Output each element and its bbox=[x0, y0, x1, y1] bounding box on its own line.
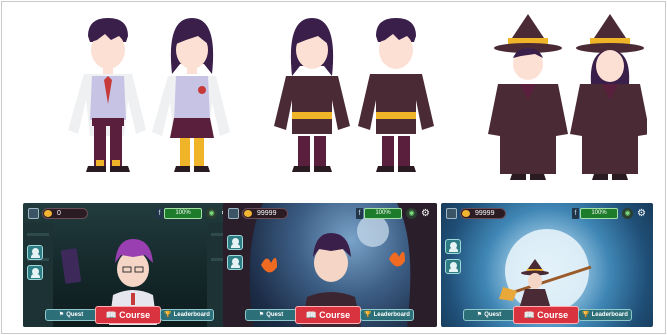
power-prefix: f bbox=[156, 208, 163, 219]
trophy-icon: 🏆 bbox=[364, 312, 372, 318]
coin-icon bbox=[244, 210, 252, 217]
team-button[interactable] bbox=[27, 265, 43, 280]
bottom-nav: ⚑ Quest 📖 Course 🏆 Leaderboard bbox=[23, 305, 237, 324]
leaderboard-button[interactable]: 🏆 Leaderboard bbox=[360, 309, 414, 321]
coin-value: 99999 bbox=[475, 210, 495, 217]
leaderboard-button[interactable]: 🏆 Leaderboard bbox=[578, 309, 632, 321]
fire-icon bbox=[389, 251, 405, 267]
character-school-girl bbox=[152, 18, 230, 172]
power-prefix: f bbox=[356, 208, 363, 219]
game-screen-moon: 99999 f 100% ◉ ⚙ ⚑ Quest 📖 Course 🏆 Leaderb… bbox=[441, 203, 653, 327]
wifi-icon[interactable]: ◉ bbox=[206, 208, 217, 219]
avatar-icon[interactable] bbox=[28, 208, 39, 219]
course-button[interactable]: 📖 Course bbox=[295, 306, 361, 324]
wifi-icon[interactable]: ◉ bbox=[622, 208, 633, 219]
coin-value: 99999 bbox=[257, 210, 277, 217]
character-witch-girl bbox=[570, 14, 647, 180]
avatar-icon[interactable] bbox=[446, 208, 457, 219]
hud: 99999 f 100% ◉ ⚙ bbox=[446, 208, 648, 220]
quest-button[interactable]: ⚑ Quest bbox=[45, 309, 97, 321]
quest-icon: ⚑ bbox=[58, 312, 65, 318]
quest-icon: ⚑ bbox=[258, 312, 265, 318]
avatar-icon[interactable] bbox=[228, 208, 239, 219]
fire-icon bbox=[261, 257, 277, 273]
character-school-boy bbox=[68, 18, 146, 172]
coin-counter: 99999 bbox=[242, 208, 288, 219]
profile-button[interactable] bbox=[227, 235, 243, 250]
team-button[interactable] bbox=[227, 255, 243, 270]
profile-button[interactable] bbox=[27, 245, 43, 260]
quest-icon: ⚑ bbox=[476, 312, 483, 318]
coin-counter: 0 bbox=[42, 208, 88, 219]
character-robe-boy bbox=[358, 18, 434, 172]
profile-button[interactable] bbox=[445, 239, 461, 254]
quest-button[interactable]: ⚑ Quest bbox=[463, 309, 515, 321]
power-meter: 100% bbox=[580, 208, 618, 219]
coin-icon bbox=[44, 210, 52, 217]
trophy-icon: 🏆 bbox=[582, 312, 590, 318]
game-screen-library: 0 f 100% ◉ ⚙ ⚑Quest 📖Course 🏆Leaderboard bbox=[23, 203, 237, 327]
gear-icon[interactable]: ⚙ bbox=[420, 208, 431, 219]
coin-counter: 99999 bbox=[460, 208, 506, 219]
bottom-nav: ⚑ Quest 📖 Course 🏆 Leaderboard bbox=[223, 305, 437, 324]
hud: 99999 f 100% ◉ ⚙ bbox=[228, 208, 432, 220]
book-icon bbox=[60, 248, 82, 284]
team-button[interactable] bbox=[445, 259, 461, 274]
bottom-nav: ⚑ Quest 📖 Course 🏆 Leaderboard bbox=[441, 305, 653, 324]
coin-value: 0 bbox=[57, 210, 61, 217]
power-meter: 100% bbox=[164, 208, 202, 219]
trophy-icon: 🏆 bbox=[164, 312, 172, 318]
hud: 0 f 100% ◉ ⚙ bbox=[28, 208, 232, 220]
game-screen-cave: 99999 f 100% ◉ ⚙ ⚑ Quest 📖 Course 🏆 Leaderb… bbox=[223, 203, 437, 327]
character-lineup bbox=[68, 14, 647, 180]
character-witch-boy bbox=[488, 14, 568, 180]
coin-icon bbox=[462, 210, 470, 217]
book-icon: 📖 bbox=[105, 310, 118, 320]
book-icon: 📖 bbox=[523, 310, 536, 320]
quest-button[interactable]: ⚑ Quest bbox=[245, 309, 297, 321]
character-robe-girl bbox=[274, 18, 350, 172]
power-prefix: f bbox=[572, 208, 579, 219]
power-meter: 100% bbox=[364, 208, 402, 219]
course-button[interactable]: 📖 Course bbox=[95, 306, 161, 324]
wifi-icon[interactable]: ◉ bbox=[406, 208, 417, 219]
leaderboard-button[interactable]: 🏆 Leaderboard bbox=[160, 309, 214, 321]
gear-icon[interactable]: ⚙ bbox=[636, 208, 647, 219]
course-button[interactable]: 📖 Course bbox=[513, 306, 579, 324]
book-icon: 📖 bbox=[305, 310, 318, 320]
